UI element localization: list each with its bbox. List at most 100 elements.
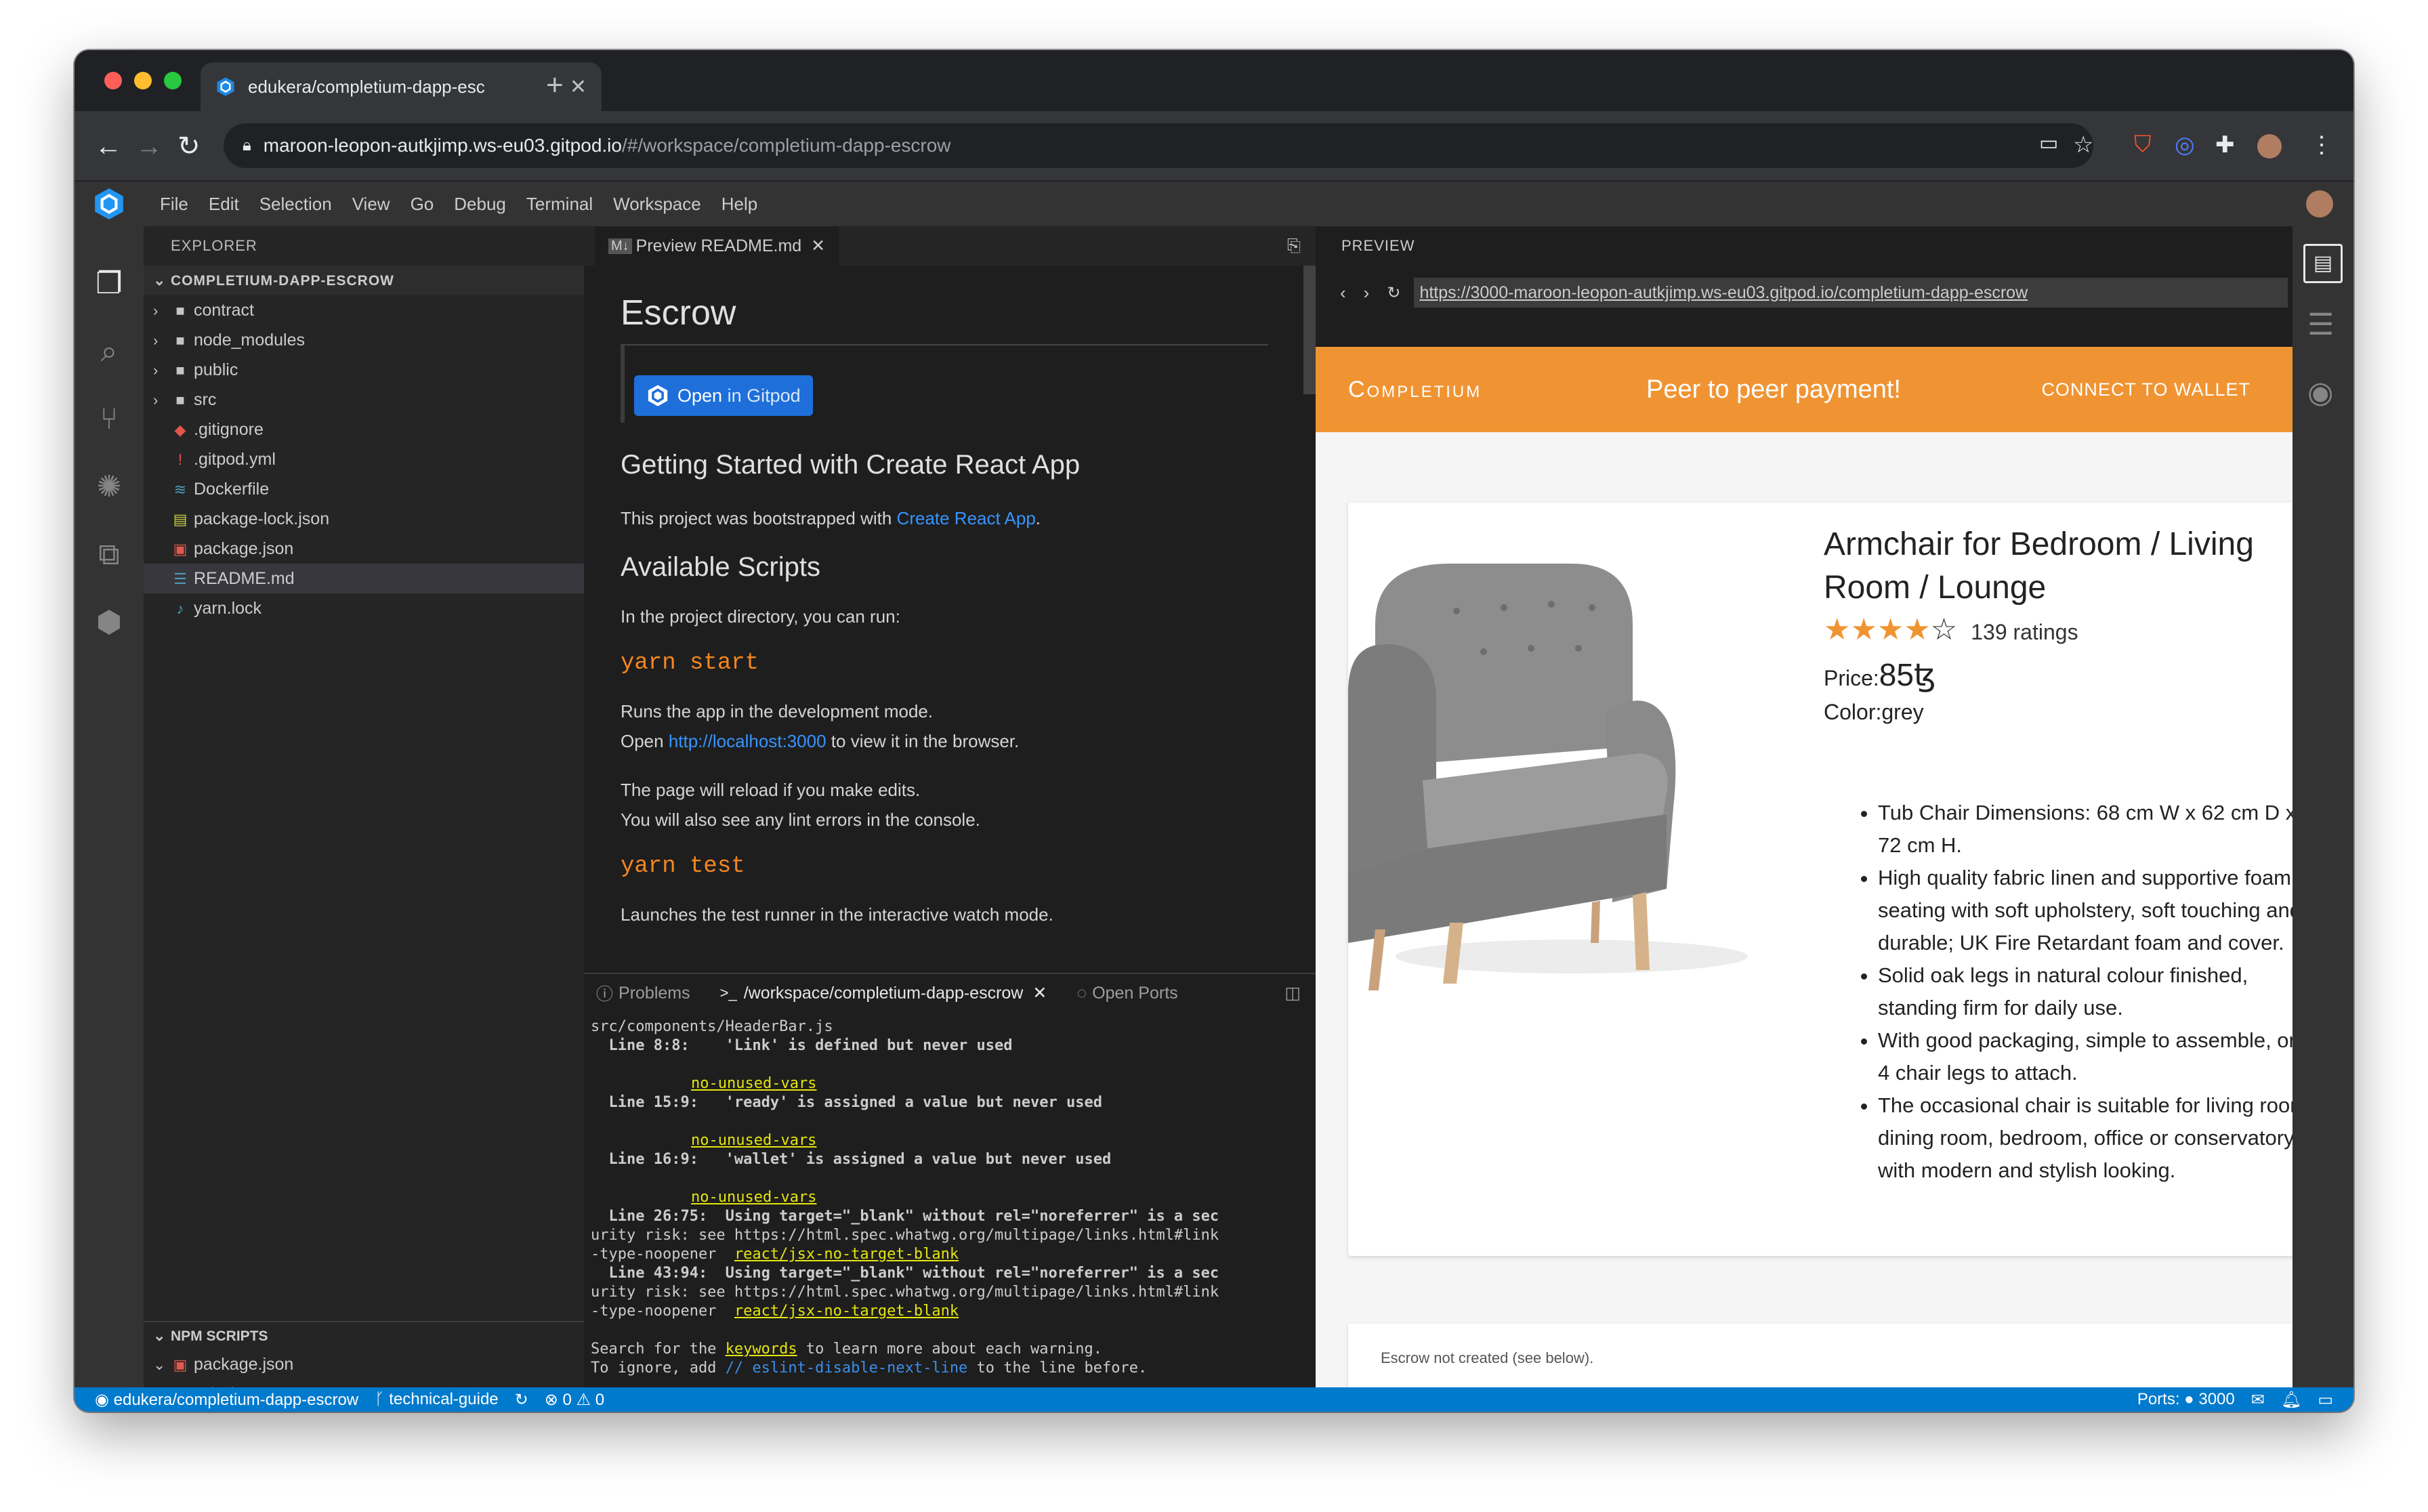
reload-icon[interactable]: ↻ — [177, 127, 201, 165]
close-icon[interactable]: ✕ — [1032, 983, 1047, 1003]
github-icon[interactable]: ◉ — [2307, 375, 2333, 410]
gitpod-quote: Open in Gitpod — [621, 345, 1268, 423]
rule-link[interactable]: no-unused-vars — [591, 1075, 816, 1092]
project-header[interactable]: ⌄ COMPLETIUM-DAPP-ESCROW — [144, 266, 584, 295]
tree-item-gitignore[interactable]: ◆ .gitignore — [144, 415, 584, 444]
npm-scripts-header[interactable]: ⌄ NPM SCRIPTS — [144, 1322, 584, 1349]
feedback-icon[interactable]: ✉ — [2251, 1390, 2265, 1410]
json-file-icon: ▤ — [173, 511, 188, 528]
close-tab-icon[interactable]: ✕ — [811, 236, 825, 256]
package-cube-icon[interactable]: ⬢ — [92, 606, 126, 639]
preview-view-icon[interactable]: ▤ — [2303, 244, 2343, 283]
bookmark-star-icon[interactable]: ☆ — [2073, 131, 2093, 159]
keywords-link[interactable]: keywords — [726, 1341, 797, 1358]
user-avatar[interactable] — [2306, 190, 2333, 217]
back-icon[interactable]: ← — [95, 127, 122, 165]
layout-icon[interactable]: ▭ — [2318, 1390, 2333, 1410]
menu-workspace[interactable]: Workspace — [613, 194, 701, 215]
tree-item-contract[interactable]: › ■ contract — [144, 295, 584, 325]
menu-debug[interactable]: Debug — [454, 194, 506, 215]
sync-icon[interactable]: ↻ — [515, 1390, 528, 1410]
debug-icon[interactable]: ✺ — [92, 470, 126, 504]
more-menu-icon[interactable]: ⋮ — [2310, 131, 2333, 159]
explorer-files-icon[interactable]: ❐ — [92, 267, 126, 301]
brand-logo[interactable]: Completium — [1348, 377, 1646, 403]
tree-item-node-modules[interactable]: › ■ node_modules — [144, 325, 584, 355]
open-in-gitpod-button[interactable]: Open in Gitpod — [634, 375, 813, 416]
tab-terminal[interactable]: >_ /workspace/completium-dapp-escrow ✕ — [720, 983, 1047, 1003]
bell-icon[interactable]: 🔔︎ — [2281, 1390, 2301, 1410]
feature-item: Tub Chair Dimensions: 68 cm W x 62 cm D … — [1878, 797, 2325, 862]
terminal-output[interactable]: src/components/HeaderBar.js Line 8:8: 'L… — [584, 1012, 1316, 1383]
menu-file[interactable]: File — [160, 194, 188, 215]
cast-icon[interactable]: ▭ — [2039, 131, 2058, 155]
product-info: Armchair for Bedroom / Living Room / Lou… — [1824, 523, 2311, 725]
tab-preview-readme[interactable]: M↓ Preview README.md ✕ — [595, 226, 839, 266]
close-window-button[interactable] — [104, 72, 122, 89]
puzzle-extensions-icon[interactable]: ✚ — [2215, 131, 2235, 159]
minimize-window-button[interactable] — [134, 72, 152, 89]
ports-label: Ports: — [2137, 1390, 2180, 1408]
menu-selection[interactable]: Selection — [259, 194, 332, 215]
source-control-icon[interactable]: ⑂ — [92, 402, 126, 436]
preview-panel: PREVIEW⎘ ‹ › ↻ https://3000-maroon-leopo… — [1316, 226, 2353, 1387]
create-react-app-link[interactable]: Create React App — [897, 508, 1036, 528]
new-tab-button[interactable]: + — [546, 65, 564, 106]
branch-status[interactable]: ᚴ technical-guide — [375, 1390, 499, 1409]
preview-reload-icon[interactable]: ↻ — [1387, 283, 1400, 303]
open-source-icon[interactable]: ⎘ — [1287, 236, 1301, 256]
tab-problems[interactable]: ⓘ Problems — [596, 981, 690, 1005]
outline-list-icon[interactable]: ☰ — [2307, 308, 2334, 342]
tree-item-src[interactable]: › ■ src — [144, 385, 584, 415]
extension-icon[interactable]: ◎ — [2175, 131, 2195, 159]
preview-back-icon[interactable]: ‹ — [1340, 282, 1346, 303]
npm-package-json[interactable]: ⌄ ▣ package.json — [144, 1349, 584, 1379]
terminal-line: Line 26:75: Using target="_blank" withou… — [591, 1208, 1219, 1225]
tree-item-readme[interactable]: ☰ README.md — [144, 564, 584, 593]
tree-item-package-json[interactable]: ▣ package.json — [144, 534, 584, 564]
maximize-window-button[interactable] — [164, 72, 182, 89]
tab-open-ports[interactable]: ◌ Open Ports — [1076, 984, 1177, 1003]
tree-item-label: public — [194, 360, 238, 379]
menu-view[interactable]: View — [352, 194, 390, 215]
localhost-link[interactable]: http://localhost:3000 — [669, 731, 826, 751]
browser-tab[interactable]: edukera/completium-dapp-esc ✕ — [201, 62, 602, 111]
terminal-line: urity risk: see https://html.spec.whatwg… — [591, 1227, 1219, 1244]
tree-item-label: node_modules — [194, 331, 306, 350]
chevron-right-icon: › — [153, 392, 159, 408]
rating-stars: ★★★★☆ — [1824, 613, 1958, 646]
extensions-icon[interactable]: ⧉ — [92, 538, 126, 572]
preview-forward-icon[interactable]: › — [1364, 282, 1370, 303]
preview-url-input[interactable]: https://3000-maroon-leopon-autkjimp.ws-e… — [1414, 278, 2288, 308]
forward-icon[interactable]: → — [135, 127, 163, 165]
repo-status[interactable]: ◉ edukera/completium-dapp-escrow — [95, 1390, 358, 1410]
connect-wallet-button[interactable]: CONNECT TO WALLET — [2041, 379, 2251, 400]
tree-item-gitpod-yml[interactable]: ! .gitpod.yml — [144, 444, 584, 474]
problems-status[interactable]: ⊗ 0 ⚠ 0 — [545, 1390, 604, 1410]
tree-item-label: .gitignore — [194, 420, 264, 439]
rule-link[interactable]: no-unused-vars — [591, 1189, 816, 1206]
maximize-panel-icon[interactable]: ◫ — [1284, 983, 1301, 1003]
rule-link[interactable]: react/jsx-no-target-blank — [734, 1303, 959, 1320]
rule-link[interactable]: no-unused-vars — [591, 1132, 816, 1149]
menu-edit[interactable]: Edit — [209, 194, 239, 215]
address-bar[interactable]: 🔒︎ maroon-leopon-autkjimp.ws-eu03.gitpod… — [224, 123, 2093, 168]
brave-shield-icon[interactable]: ⛉ — [2134, 131, 2152, 158]
editor-scrollbar[interactable] — [1303, 266, 1316, 394]
menu-go[interactable]: Go — [411, 194, 434, 215]
tree-item-package-lock[interactable]: ▤ package-lock.json — [144, 504, 584, 534]
rule-link[interactable]: react/jsx-no-target-blank — [734, 1246, 959, 1263]
tree-item-yarn-lock[interactable]: ♪ yarn.lock — [144, 593, 584, 623]
text: to view it in the browser. — [831, 731, 1020, 751]
gitpod-logo-icon[interactable] — [92, 187, 126, 221]
search-icon[interactable]: ⌕ — [92, 335, 126, 369]
url-host: maroon-leopon-autkjimp.ws-eu03.gitpod.io — [263, 135, 622, 156]
github-icon: ◉ — [95, 1390, 109, 1409]
menu-terminal[interactable]: Terminal — [526, 194, 593, 215]
tree-item-public[interactable]: › ■ public — [144, 355, 584, 385]
ports-status[interactable]: Ports: ● 3000 — [2137, 1390, 2235, 1409]
close-tab-icon[interactable]: ✕ — [570, 75, 587, 99]
tree-item-dockerfile[interactable]: ≋ Dockerfile — [144, 474, 584, 504]
profile-avatar[interactable] — [2257, 134, 2282, 159]
menu-help[interactable]: Help — [721, 194, 757, 215]
